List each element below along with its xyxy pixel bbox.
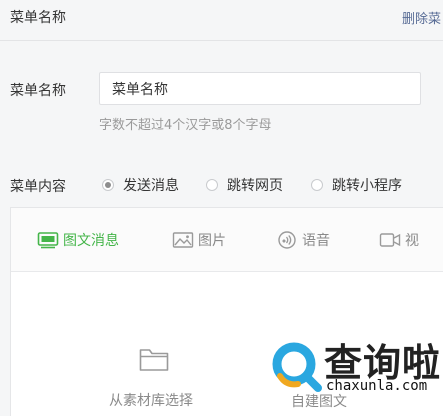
menu-header-title: 菜单名称 bbox=[10, 10, 66, 26]
select-from-library-label: 从素材库选择 bbox=[109, 393, 193, 409]
radio-open-webpage-label: 跳转网页 bbox=[227, 178, 283, 194]
tab-audio[interactable]: 语音 bbox=[276, 228, 330, 252]
menu-content-label: 菜单内容 bbox=[10, 179, 66, 195]
video-icon bbox=[379, 233, 401, 247]
radio-send-message-label: 发送消息 bbox=[123, 178, 179, 194]
tab-image-label: 图片 bbox=[198, 233, 226, 249]
tab-video[interactable]: 视 bbox=[379, 228, 419, 252]
radio-open-miniprogram-dot[interactable] bbox=[311, 179, 323, 191]
site-watermark: 查询啦 chaxunla.com bbox=[268, 330, 443, 416]
menu-editor: 菜单名称 删除菜 菜单名称 字数不超过4个汉字或8个字母 菜单内容 发送消息 跳… bbox=[0, 0, 443, 416]
news-icon bbox=[37, 232, 59, 249]
folder-icon bbox=[139, 349, 169, 371]
radio-open-webpage-dot[interactable] bbox=[206, 179, 218, 191]
menu-name-input[interactable] bbox=[99, 72, 421, 105]
radio-open-miniprogram-label: 跳转小程序 bbox=[332, 178, 402, 194]
radio-open-miniprogram[interactable]: 跳转小程序 bbox=[311, 175, 402, 195]
menu-name-hint: 字数不超过4个汉字或8个字母 bbox=[99, 118, 272, 133]
audio-icon bbox=[278, 231, 296, 249]
tab-video-label: 视 bbox=[405, 233, 419, 249]
menu-header: 菜单名称 删除菜 bbox=[0, 0, 443, 41]
watermark-url: chaxunla.com bbox=[326, 378, 428, 394]
content-type-tabs: 图文消息 图片 语音 视 bbox=[11, 208, 443, 272]
tab-audio-label: 语音 bbox=[302, 233, 330, 249]
delete-menu-link[interactable]: 删除菜 bbox=[402, 8, 441, 27]
menu-name-label: 菜单名称 bbox=[10, 83, 66, 99]
select-from-library[interactable]: 从素材库选择 bbox=[101, 338, 211, 416]
radio-open-webpage[interactable]: 跳转网页 bbox=[206, 175, 283, 195]
radio-send-message[interactable]: 发送消息 bbox=[102, 175, 179, 195]
image-icon bbox=[172, 232, 194, 248]
magnifier-logo-icon bbox=[272, 342, 322, 392]
tab-news[interactable]: 图文消息 bbox=[37, 228, 119, 252]
tab-news-label: 图文消息 bbox=[63, 233, 119, 249]
radio-send-message-dot[interactable] bbox=[102, 179, 114, 191]
tab-image[interactable]: 图片 bbox=[172, 228, 226, 252]
